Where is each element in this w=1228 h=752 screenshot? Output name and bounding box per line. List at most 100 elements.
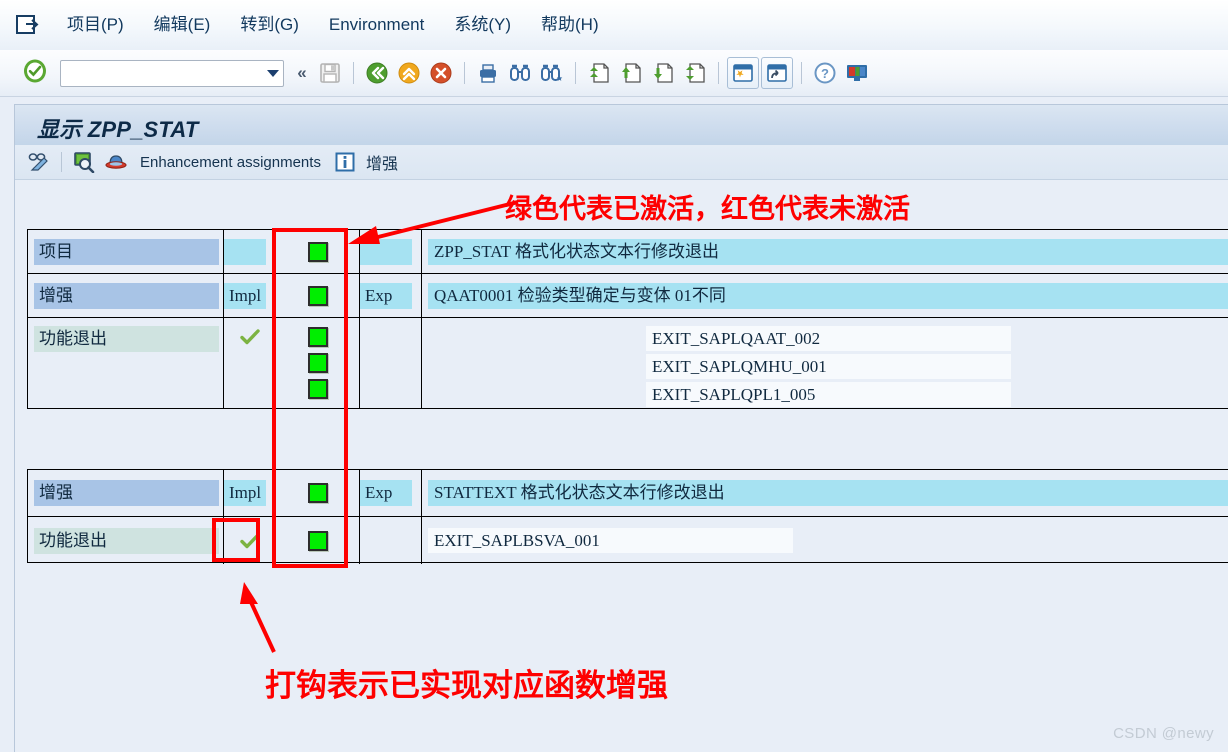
exp-label: Exp: [360, 480, 412, 506]
page-title: 显示 ZPP_STAT: [37, 112, 199, 144]
find-next-button[interactable]: [537, 58, 567, 88]
enhancement-label-cell: 增强: [34, 283, 219, 309]
toolbar-separator: [353, 62, 354, 84]
exit-button[interactable]: [394, 58, 424, 88]
enhancement-label: 增强: [366, 150, 398, 174]
enhancement-block-1: 项目 ZPP_STAT 格式化状态文本行修改退出 增强: [27, 229, 1228, 409]
project-label: 项目: [34, 239, 219, 265]
enhancement-assignments-label: Enhancement assignments: [140, 154, 321, 171]
enhancement-block-2: 增强 Impl Exp STATTEXT 格式化状态文本行修改退出 功能退出: [27, 469, 1228, 563]
impl-cell: [224, 230, 276, 273]
application-toolbar: Enhancement assignments 增强: [15, 145, 1228, 180]
exp-cell: [360, 318, 422, 408]
create-shortcut-button[interactable]: [761, 57, 793, 89]
exp-cell: Exp: [360, 470, 422, 516]
function-exit-name[interactable]: EXIT_SAPLQAAT_002: [646, 326, 1011, 351]
command-input[interactable]: [61, 62, 263, 85]
create-session-button[interactable]: [727, 57, 759, 89]
description-cell: QAAT0001 检验类型确定与变体 01不同: [422, 274, 1228, 317]
status-led-cell: [276, 470, 360, 516]
description-cell: ZPP_STAT 格式化状态文本行修改退出: [422, 230, 1228, 273]
table-row[interactable]: 项目 ZPP_STAT 格式化状态文本行修改退出: [28, 230, 1228, 274]
function-exit-name[interactable]: EXIT_SAPLBSVA_001: [428, 528, 793, 553]
impl-cell: Impl: [224, 274, 276, 317]
app-root: 项目(P) 编辑(E) 转到(G) Environment 系统(Y) 帮助(H…: [0, 0, 1228, 752]
enhancement-description: QAAT0001 检验类型确定与变体 01不同: [428, 283, 1228, 309]
table-row[interactable]: 功能退出 EXIT_SAPLBSVA_001: [28, 517, 1228, 564]
exp-label: [360, 239, 412, 265]
exp-cell: Exp: [360, 274, 422, 317]
menu-item-environment[interactable]: Environment: [314, 0, 439, 50]
annotation-top-note: 绿色代表已激活，红色代表未激活: [505, 187, 910, 226]
command-field[interactable]: [60, 60, 284, 87]
impl-cell: Impl: [224, 470, 276, 516]
info-icon[interactable]: [331, 149, 359, 175]
menu-item-help[interactable]: 帮助(H): [526, 0, 614, 50]
double-chevron-left-icon[interactable]: «: [290, 59, 314, 87]
toolbar-separator: [61, 152, 62, 172]
row-type-cell: 增强: [28, 274, 224, 317]
status-led-green: [308, 379, 328, 399]
table-row[interactable]: 增强 Impl Exp STATTEXT 格式化状态文本行修改退出: [28, 470, 1228, 517]
implemented-check-cell: [224, 517, 276, 564]
previous-page-button[interactable]: [616, 58, 646, 88]
enhancement-label-cell: 增强: [34, 480, 219, 506]
implemented-check-cell: [224, 318, 276, 408]
system-toolbar: «: [0, 50, 1228, 97]
menu-bar: 项目(P) 编辑(E) 转到(G) Environment 系统(Y) 帮助(H…: [0, 0, 1228, 51]
impl-label: [224, 239, 266, 265]
toolbar-separator: [575, 62, 576, 84]
status-led-cell: [276, 274, 360, 317]
implemented-check-icon: [239, 327, 261, 347]
annotation-bottom-note: 打钩表示已实现对应函数增强: [265, 660, 668, 705]
status-led-green: [308, 242, 328, 262]
customize-layout-button[interactable]: [842, 58, 872, 88]
menu-item-system[interactable]: 系统(Y): [439, 0, 526, 50]
find-button[interactable]: [505, 58, 535, 88]
magnifier-display-icon[interactable]: [70, 149, 98, 175]
status-led-green: [308, 353, 328, 373]
cancel-button[interactable]: [426, 58, 456, 88]
function-exit-name[interactable]: EXIT_SAPLQPL1_005: [646, 382, 1011, 407]
menu-item-project[interactable]: 项目(P): [52, 0, 139, 50]
save-button[interactable]: [315, 58, 345, 88]
function-exit-label: 功能退出: [34, 528, 219, 554]
svg-text:?: ?: [821, 66, 829, 81]
print-button[interactable]: [473, 58, 503, 88]
red-hat-icon[interactable]: [102, 149, 130, 175]
last-page-button[interactable]: [680, 58, 710, 88]
exp-cell: [360, 230, 422, 273]
exp-label: Exp: [360, 283, 412, 309]
row-type-cell: 增强: [28, 470, 224, 516]
impl-label: Impl: [224, 480, 266, 506]
toolbar-separator: [718, 62, 719, 84]
status-led-green: [308, 286, 328, 306]
row-type-cell: 功能退出: [28, 318, 224, 408]
row-type-cell: 功能退出: [28, 517, 224, 564]
table-row[interactable]: 增强 Impl Exp QAAT0001 检验类型确定与变体 01不同: [28, 274, 1228, 318]
dropdown-arrow-icon[interactable]: [263, 62, 283, 85]
back-button[interactable]: [362, 58, 392, 88]
exp-cell: [360, 517, 422, 564]
first-page-button[interactable]: [584, 58, 614, 88]
status-led-cell: [276, 318, 360, 408]
glasses-pencil-icon[interactable]: [25, 149, 53, 175]
help-button[interactable]: ?: [810, 58, 840, 88]
table-row[interactable]: 功能退出 EXIT_SAPLQAAT_002: [28, 318, 1228, 408]
description-cell: STATTEXT 格式化状态文本行修改退出: [422, 470, 1228, 516]
menu-item-goto[interactable]: 转到(G): [225, 0, 314, 50]
function-exit-name[interactable]: EXIT_SAPLQMHU_001: [646, 354, 1011, 379]
next-page-button[interactable]: [648, 58, 678, 88]
toolbar-separator: [801, 62, 802, 84]
enhancement-description: STATTEXT 格式化状态文本行修改退出: [428, 480, 1228, 506]
project-description: ZPP_STAT 格式化状态文本行修改退出: [428, 239, 1228, 265]
function-exit-list: EXIT_SAPLBSVA_001: [422, 517, 1228, 564]
status-led-green: [308, 483, 328, 503]
menu-item-edit[interactable]: 编辑(E): [139, 0, 226, 50]
window-system-icon[interactable]: [14, 12, 40, 38]
impl-label: Impl: [224, 283, 266, 309]
green-check-enter-icon[interactable]: [22, 58, 48, 89]
toolbar-separator: [464, 62, 465, 84]
window-titlebar: 显示 ZPP_STAT: [15, 105, 1228, 146]
status-led-green: [308, 327, 328, 347]
